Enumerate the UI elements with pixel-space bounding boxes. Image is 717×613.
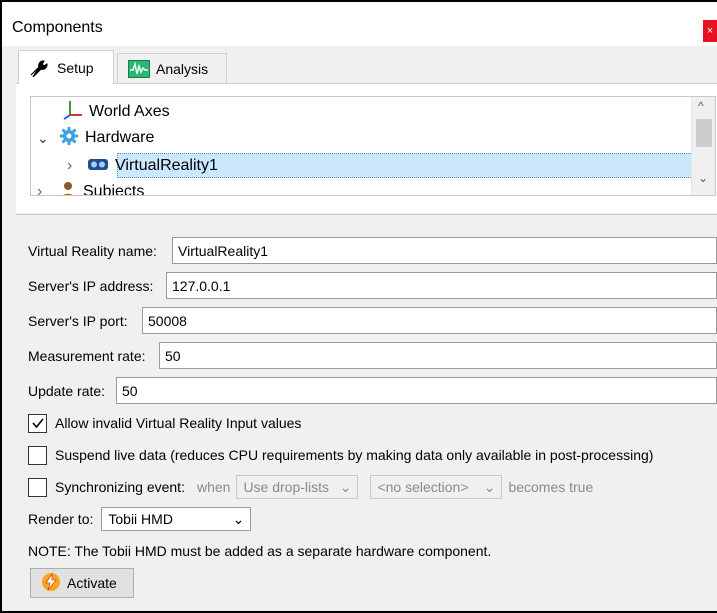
sync-becomes-label: becomes true <box>508 479 594 495</box>
lightning-icon <box>41 572 61 595</box>
gear-icon <box>59 126 79 151</box>
tab-setup[interactable]: Setup <box>18 50 114 84</box>
tab-analysis[interactable]: Analysis <box>117 53 227 83</box>
measurement-rate-input[interactable] <box>159 342 717 369</box>
render-to-value: Tobii HMD <box>108 511 173 527</box>
tab-setup-label: Setup <box>57 59 94 76</box>
activate-label: Activate <box>67 575 117 591</box>
render-to-row: Render to: Tobii HMD ⌄ <box>28 507 252 531</box>
panel-divider <box>16 214 717 215</box>
measurement-rate-row: Measurement rate: <box>28 342 146 370</box>
waveform-icon <box>128 59 150 78</box>
tree-item-world-axes[interactable]: World Axes <box>61 99 170 125</box>
tab-analysis-label: Analysis <box>156 60 209 77</box>
vr-headset-icon <box>87 156 109 177</box>
ip-port-label: Server's IP port: <box>28 313 128 329</box>
ip-address-input[interactable] <box>166 272 717 299</box>
suspend-checkbox[interactable] <box>28 445 47 465</box>
update-rate-input[interactable] <box>116 377 717 404</box>
sync-selection-select[interactable]: <no selection> ⌄ <box>370 475 503 499</box>
render-to-select[interactable]: Tobii HMD ⌄ <box>101 507 252 531</box>
sync-droplist-select[interactable]: Use drop-lists ⌄ <box>236 475 359 499</box>
tree-item-hardware[interactable]: ⌄ Hardware <box>37 125 154 151</box>
chevron-down-icon: ⌄ <box>232 510 245 527</box>
chevron-down-icon: ⌄ <box>339 478 352 495</box>
tree-item-virtualreality1[interactable]: › VirtualReality1 <box>67 153 218 179</box>
sync-when-label: when <box>196 479 231 495</box>
axes-icon <box>61 99 83 126</box>
wrench-icon <box>29 59 51 78</box>
tree-item-label: VirtualReality1 <box>115 157 218 174</box>
measurement-rate-label: Measurement rate: <box>28 348 146 364</box>
allow-invalid-label: Allow invalid Virtual Reality Input valu… <box>55 415 302 431</box>
render-to-label: Render to: <box>28 511 94 527</box>
tree-item-subjects[interactable]: › Subjects <box>37 179 145 196</box>
expand-chevron-icon[interactable]: ⌄ <box>37 130 53 147</box>
ip-port-input[interactable] <box>142 307 717 334</box>
person-icon <box>59 180 77 195</box>
vr-name-row: Virtual Reality name: <box>28 237 157 265</box>
chevron-down-icon: ⌄ <box>483 478 496 495</box>
scroll-thumb[interactable] <box>696 119 712 147</box>
tree-item-label: Hardware <box>85 129 155 146</box>
sync-droplist-value: Use drop-lists <box>243 479 330 495</box>
ip-port-row: Server's IP port: <box>28 307 128 335</box>
sync-checkbox[interactable] <box>28 477 47 497</box>
allow-invalid-checkbox[interactable] <box>28 413 47 433</box>
expand-chevron-icon[interactable]: › <box>37 183 53 195</box>
update-rate-row: Update rate: <box>28 377 105 405</box>
tree-item-label: Subjects <box>83 183 145 196</box>
title-bar: Components × <box>2 2 717 46</box>
sync-label: Synchronizing event: <box>55 479 185 495</box>
tree-scrollbar[interactable]: ^ ⌄ <box>691 97 715 195</box>
scroll-down-icon[interactable]: ⌄ <box>698 171 708 185</box>
tree-item-label: World Axes <box>89 103 170 120</box>
activate-button[interactable]: Activate <box>30 568 134 598</box>
vr-name-input[interactable] <box>172 237 717 264</box>
note-text: NOTE: The Tobii HMD must be added as a s… <box>28 543 492 559</box>
close-button[interactable]: × <box>703 20 717 42</box>
sync-row: Synchronizing event: when Use drop-lists… <box>28 475 594 499</box>
scroll-up-icon[interactable]: ^ <box>698 99 704 113</box>
allow-invalid-row: Allow invalid Virtual Reality Input valu… <box>28 412 301 434</box>
expand-chevron-icon[interactable]: › <box>67 157 83 175</box>
ip-address-row: Server's IP address: <box>28 272 153 300</box>
ip-address-label: Server's IP address: <box>28 278 154 294</box>
suspend-row: Suspend live data (reduces CPU requireme… <box>28 444 653 466</box>
sync-selection-value: <no selection> <box>377 479 469 495</box>
component-tree[interactable]: World Axes ⌄ Hardware › VirtualReality1 … <box>30 96 716 196</box>
components-window: Components × Setup Analysis World Axes ⌄… <box>0 0 717 613</box>
vr-name-label: Virtual Reality name: <box>28 243 157 259</box>
suspend-label: Suspend live data (reduces CPU requireme… <box>55 447 654 463</box>
window-title: Components <box>12 19 103 36</box>
update-rate-label: Update rate: <box>28 383 106 399</box>
